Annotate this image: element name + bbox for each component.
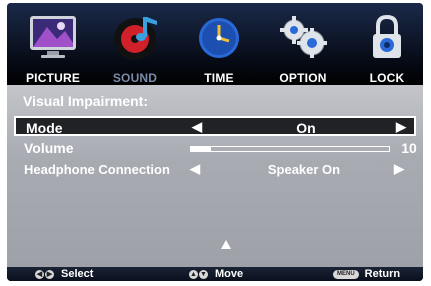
clock-icon <box>199 18 239 58</box>
headphone-connection-row[interactable]: Headphone Connection ◀ Speaker On ▶ <box>14 160 416 180</box>
monitor-icon <box>30 16 76 58</box>
tab-label: LOCK <box>369 71 405 85</box>
left-arrow-icon[interactable]: ◀ <box>190 161 200 177</box>
padlock-icon <box>373 14 401 58</box>
key-hint-bar: ◀ ▶ Select ▲ ▼ Move MENU Return <box>7 267 423 281</box>
volume-row[interactable]: Volume 10 <box>14 138 417 158</box>
gears-icon <box>280 16 327 58</box>
headphone-connection-label: Headphone Connection <box>24 162 170 177</box>
music-disc-icon <box>114 17 157 60</box>
section-heading: Visual Impairment: <box>23 93 149 109</box>
volume-value: 10 <box>401 140 417 156</box>
left-arrow-icon[interactable]: ◀ <box>192 119 202 135</box>
tab-label: OPTION <box>279 71 327 85</box>
tab-label: TIME <box>204 71 234 85</box>
return-hint: MENU Return <box>333 267 400 281</box>
tab-lock[interactable]: LOCK <box>349 9 423 85</box>
tab-time[interactable]: TIME <box>181 9 257 85</box>
headphone-connection-value: Speaker On <box>267 162 341 177</box>
mode-value: On <box>296 120 316 136</box>
select-hint-label: Select <box>61 268 94 280</box>
right-arrow-icon[interactable]: ▶ <box>396 119 406 135</box>
up-down-keys-icon: ▲ ▼ <box>189 269 208 279</box>
move-hint-label: Move <box>215 268 244 280</box>
tab-option[interactable]: OPTION <box>265 9 341 85</box>
move-hint: ▲ ▼ Move <box>189 267 243 281</box>
volume-slider[interactable] <box>190 146 390 152</box>
tab-label: SOUND <box>112 71 158 85</box>
return-hint-label: Return <box>364 268 401 280</box>
scroll-up-icon[interactable] <box>221 240 231 249</box>
select-hint: ◀ ▶ Select <box>35 267 93 281</box>
volume-slider-fill <box>191 147 211 151</box>
mode-label: Mode <box>26 120 63 136</box>
sound-settings-panel: Visual Impairment: Mode ◀ On ▶ Volume 10… <box>7 85 423 267</box>
left-right-keys-icon: ◀ ▶ <box>35 269 54 279</box>
menu-tab-bar: PICTURE SOUND TIME OPTION LOCK <box>7 3 423 85</box>
tab-sound[interactable]: SOUND <box>97 9 173 85</box>
tv-menu-frame: PICTURE SOUND TIME OPTION LOCK Visual Im… <box>7 3 423 281</box>
right-arrow-icon[interactable]: ▶ <box>394 161 404 177</box>
volume-label: Volume <box>24 140 74 156</box>
menu-key-icon: MENU <box>333 269 359 279</box>
tab-label: PICTURE <box>25 71 81 85</box>
tab-picture[interactable]: PICTURE <box>15 9 91 85</box>
mode-row[interactable]: Mode ◀ On ▶ <box>14 116 416 136</box>
